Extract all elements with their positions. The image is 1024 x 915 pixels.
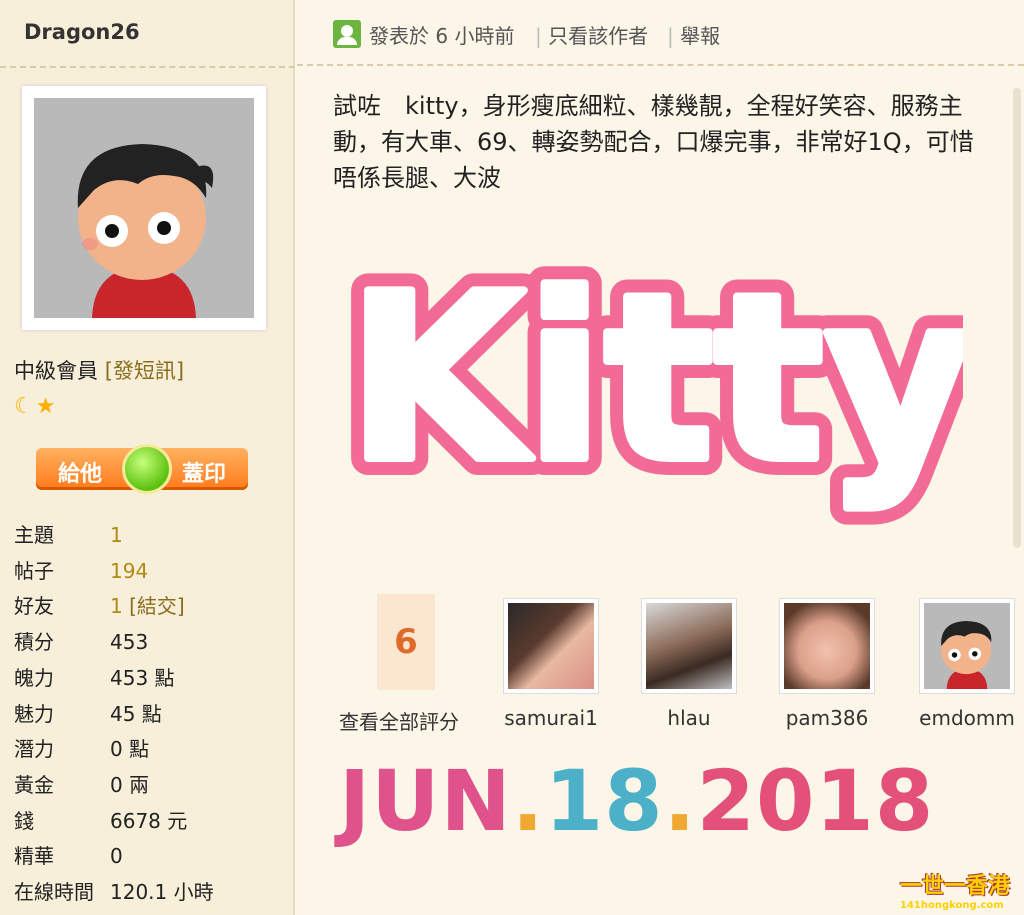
date-dot: . <box>663 752 697 850</box>
kitty-banner-image: Kitty Kitty <box>330 229 991 530</box>
date-dot: . <box>511 752 545 850</box>
post-time: 發表於 6 小時前 <box>369 24 515 48</box>
post-header: 發表於 6 小時前 | 只看該作者 | 舉報 <box>297 0 1024 66</box>
member-level-text: 中級會員 <box>14 359 98 383</box>
rank-moon-star-icon: ☾★ <box>14 394 58 419</box>
date-image: JUN.18.2018 <box>339 752 934 850</box>
rater-avatar <box>919 598 1015 694</box>
green-ball-icon <box>122 444 172 494</box>
user-icon <box>333 20 361 48</box>
view-all-ratings-link[interactable]: 查看全部評分 <box>339 706 459 735</box>
stat-row: 主題 1 <box>14 523 123 547</box>
watermark-logo: 一世一香港 141hongkong.com <box>900 868 1020 912</box>
stamp-left-label: 給他 <box>58 462 103 487</box>
rater-emdomm[interactable]: emdomm <box>919 598 1015 730</box>
stat-row: 錢 6678 元 <box>14 808 188 833</box>
post-main: 發表於 6 小時前 | 只看該作者 | 舉報 試咗 kitty，身形瘦底細粒、樣… <box>297 0 1024 915</box>
stat-row: 魅力 45 點 <box>14 701 162 726</box>
stat-row: 好友 1 [結交] <box>14 594 185 619</box>
add-friend-link[interactable]: [結交] <box>129 594 185 618</box>
stat-row: 精華 0 <box>14 844 123 869</box>
watermark-line2: 141hongkong.com <box>900 900 1004 911</box>
only-author-link[interactable]: | 只看該作者 <box>535 20 648 49</box>
avatar-image <box>34 98 254 318</box>
stamp-right-label: 蓋印 <box>181 462 226 487</box>
rater-avatar <box>779 598 875 694</box>
report-link[interactable]: | 舉報 <box>667 20 720 49</box>
username[interactable]: Dragon26 <box>24 20 140 44</box>
stamp-button[interactable]: 給他 蓋印 <box>36 444 248 494</box>
post-body: 試咗 kitty，身形瘦底細粒、樣幾靚，全程好笑容、服務主動，有大車、69、轉姿… <box>333 92 974 192</box>
user-stats: 主題 1 帖子 194 好友 1 [結交] 積分 453 魄力 453 點 魅力 45 點 … <box>14 518 214 911</box>
rater-pam386[interactable]: pam386 <box>779 598 875 730</box>
stat-row: 帖子 194 <box>14 558 149 583</box>
date-day: 18 <box>544 752 664 850</box>
send-pm-link[interactable]: [發短訊] <box>105 359 184 383</box>
rater-samurai1[interactable]: samurai1 <box>503 598 599 730</box>
stat-row: 積分 453 <box>14 630 149 655</box>
stat-row: 黃金 0 兩 <box>14 772 150 797</box>
rater-avatar <box>503 598 599 694</box>
rater-hlau[interactable]: hlau <box>641 598 737 730</box>
stat-row: 在線時間 120.1 小時 <box>14 880 214 905</box>
stat-row: 潛力 0 點 <box>14 737 150 762</box>
member-level: 中級會員 [發短訊] <box>14 355 184 385</box>
watermark-line1: 一世一香港 <box>900 874 1011 899</box>
stat-row: 魄力 453 點 <box>14 665 175 690</box>
date-year: 2018 <box>696 752 935 850</box>
avatar[interactable] <box>22 86 266 330</box>
rating-count[interactable]: 6 <box>377 594 435 690</box>
scrollbar[interactable] <box>1013 88 1021 548</box>
rater-avatar <box>641 598 737 694</box>
banner-fill: Kitty <box>347 246 963 513</box>
divider <box>0 66 295 68</box>
date-month: JUN <box>339 752 512 850</box>
user-sidebar: Dragon26 中級會員 [發短訊] ☾★ 給他 蓋印 主題 1 帖子 194… <box>0 0 295 915</box>
